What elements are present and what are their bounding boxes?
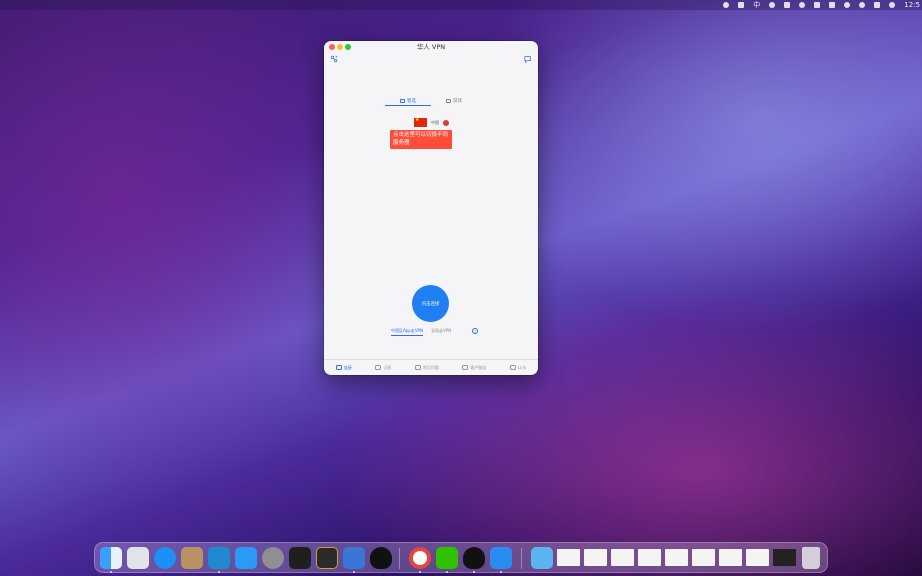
finder-icon[interactable] <box>100 547 122 569</box>
qq-icon-2[interactable] <box>463 547 485 569</box>
chrome-icon[interactable] <box>409 547 431 569</box>
vscode-running-indicator <box>218 571 220 573</box>
window-title: 华人 VPN <box>416 43 446 51</box>
bottle-icon[interactable] <box>784 2 791 8</box>
server-name: 中国 <box>431 119 439 125</box>
mode-segment: 智选 游戏 <box>385 96 477 106</box>
vpn-status-icon[interactable] <box>829 2 836 8</box>
nav-link-label: Link <box>517 365 527 370</box>
window-thumbnail[interactable] <box>746 549 769 566</box>
tab-game-label: 游戏 <box>453 99 462 104</box>
nav-connect[interactable]: 连接 <box>335 364 352 371</box>
nav-support-label: 客户服务 <box>470 364 487 370</box>
wifi-icon[interactable] <box>844 2 851 8</box>
gamepad-icon <box>446 99 451 103</box>
server-selector[interactable]: 中国 <box>414 117 449 127</box>
window-thumbnail[interactable] <box>692 549 715 566</box>
routing-modes: 中国区App走VPN 全局走VPN <box>391 328 481 336</box>
nav-connect-label: 连接 <box>343 364 352 370</box>
app-window: 华人 VPN 智选 游戏 中国 点击这里可以切换不同服务器 点击连接 中国区Ap… <box>324 41 538 375</box>
trash-icon[interactable] <box>802 547 820 569</box>
nav-faq-label: 常见问题 <box>422 364 439 370</box>
nav-support[interactable]: 客户服务 <box>462 365 486 371</box>
launchpad-icon[interactable] <box>127 547 149 569</box>
dock-divider-2 <box>521 548 522 569</box>
nav-subscribe[interactable]: 订阅 <box>375 365 391 371</box>
app-store-icon[interactable] <box>235 547 257 569</box>
china-flag-icon <box>414 117 427 127</box>
tab-game[interactable]: 游戏 <box>431 96 477 106</box>
chat-icon[interactable] <box>524 55 532 63</box>
mic-icon[interactable] <box>738 2 745 8</box>
support-icon <box>462 365 469 370</box>
finder-running-indicator <box>110 571 112 573</box>
status-items: 中 12:5 <box>723 0 920 10</box>
status-app-icon[interactable] <box>723 2 730 8</box>
tab-smart[interactable]: 智选 <box>385 96 431 106</box>
text-editor-icon[interactable] <box>343 547 365 569</box>
server-tooltip: 点击这里可以切换不同服务器 <box>390 130 452 149</box>
huaren-vpn-icon[interactable] <box>490 547 512 569</box>
window-thumbnail[interactable] <box>719 549 742 566</box>
qq-icon[interactable] <box>370 547 392 569</box>
window-thumbnail[interactable] <box>773 549 796 566</box>
safari-icon[interactable] <box>154 547 176 569</box>
wechat-running-indicator <box>446 571 448 573</box>
siri-icon[interactable] <box>889 2 896 8</box>
window-thumbnail[interactable] <box>584 549 607 566</box>
signal-icon <box>443 119 449 126</box>
vscode-icon[interactable] <box>208 547 230 569</box>
nav-subscribe-label: 订阅 <box>383 364 392 370</box>
notes-icon[interactable] <box>181 547 203 569</box>
dock-divider <box>399 548 400 569</box>
globe-icon <box>335 365 342 370</box>
window-thumbnail[interactable] <box>665 549 688 566</box>
info-icon[interactable]: i <box>472 328 478 334</box>
search-icon[interactable] <box>859 2 866 8</box>
wechat-status-icon[interactable] <box>799 2 806 8</box>
input-method-indicator[interactable]: 中 <box>753 0 760 10</box>
console-icon[interactable] <box>316 547 338 569</box>
system-preferences-icon[interactable] <box>262 547 284 569</box>
terminal-icon[interactable] <box>289 547 311 569</box>
title-bar: 华人 VPN <box>324 41 538 53</box>
link-nav-icon <box>509 365 516 370</box>
nav-link[interactable]: Link <box>509 365 527 370</box>
window-thumbnail[interactable] <box>638 549 661 566</box>
card-icon <box>375 365 382 370</box>
chrome-running-indicator <box>419 571 421 573</box>
dock <box>94 542 828 573</box>
text-editor-running-indicator <box>353 571 355 573</box>
link-icon[interactable] <box>330 55 338 63</box>
window-thumbnail[interactable] <box>611 549 634 566</box>
tab-smart-label: 智选 <box>407 98 416 104</box>
connect-button[interactable]: 点击连接 <box>412 285 449 322</box>
wechat-icon[interactable] <box>436 547 458 569</box>
mode-china-apps[interactable]: 中国区App走VPN <box>391 328 423 336</box>
battery-icon[interactable] <box>814 2 821 8</box>
window-thumbnail[interactable] <box>557 549 580 566</box>
vpn-running-indicator <box>500 571 502 573</box>
folder-icon[interactable] <box>531 547 553 569</box>
qq-status-icon[interactable] <box>769 2 776 8</box>
qq-running-indicator <box>473 571 475 573</box>
menu-bar: 中 12:5 <box>0 0 922 10</box>
control-center-icon[interactable] <box>874 2 881 8</box>
nav-faq[interactable]: 常见问题 <box>414 364 439 371</box>
bottom-nav: 连接 订阅 常见问题 客户服务 Link <box>324 359 538 375</box>
question-icon <box>414 365 421 370</box>
clock[interactable]: 12:5 <box>904 0 920 10</box>
mode-global[interactable]: 全局走VPN <box>431 328 451 336</box>
smart-icon <box>400 98 405 103</box>
